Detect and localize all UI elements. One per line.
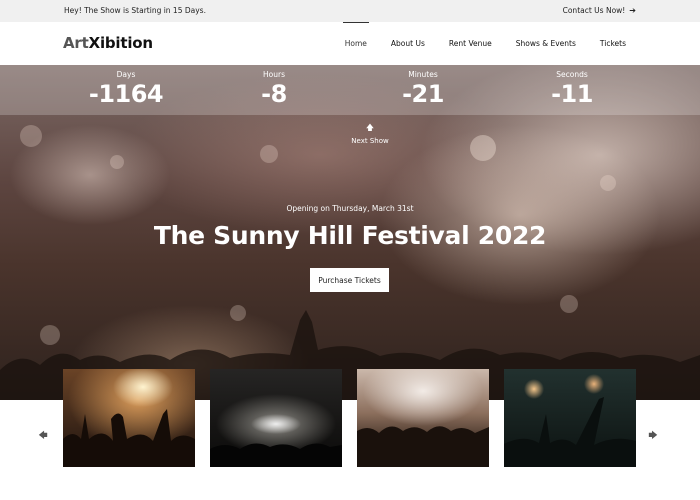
purchase-tickets-button[interactable]: Purchase Tickets xyxy=(310,268,389,292)
crowd-stage-image xyxy=(210,443,342,467)
nav-item-about-us[interactable]: About Us xyxy=(391,22,425,65)
nav-item-shows-events[interactable]: Shows & Events xyxy=(516,22,576,65)
countdown-hours-value: -8 xyxy=(261,80,287,108)
bokeh-light xyxy=(110,155,124,169)
countdown-minutes-value: -21 xyxy=(402,80,444,108)
next-show-label: Next Show xyxy=(351,137,389,145)
countdown-strip: Days -1164 Hours -8 Minutes -21 Seconds … xyxy=(0,65,700,115)
hero-banner: Days -1164 Hours -8 Minutes -21 Seconds … xyxy=(0,65,700,400)
gallery-item-concert-photo-2[interactable] xyxy=(210,369,342,467)
bokeh-light xyxy=(20,125,42,147)
gallery-item-concert-photo-1[interactable] xyxy=(63,369,195,467)
countdown-days-label: Days xyxy=(116,70,136,79)
next-show-link[interactable]: 🡅 Next Show xyxy=(310,122,430,145)
announcement-text: Hey! The Show is Starting in 15 Days. xyxy=(64,6,206,15)
countdown-seconds-label: Seconds xyxy=(556,70,588,79)
crowd-festival-image xyxy=(357,426,489,467)
crowd-hands-image xyxy=(63,409,195,467)
countdown-days-value: -1164 xyxy=(88,80,164,108)
arrow-up-icon: 🡅 xyxy=(365,123,375,132)
contact-us-label: Contact Us Now! xyxy=(562,6,626,15)
nav-item-home[interactable]: Home xyxy=(342,22,370,65)
announcement-bar: Hey! The Show is Starting in 15 Days. Co… xyxy=(0,0,700,22)
opening-date: Opening on Thursday, March 31st xyxy=(286,204,414,213)
gallery-item-concert-photo-4[interactable] xyxy=(504,369,636,467)
countdown-minutes-label: Minutes xyxy=(408,70,438,79)
hero-title: The Sunny Hill Festival 2022 xyxy=(153,221,547,250)
arrow-left-icon[interactable]: 🡄 xyxy=(37,428,49,444)
raised-hands-image xyxy=(504,397,636,467)
countdown-minutes: Minutes -21 xyxy=(363,70,483,108)
nav-item-tickets[interactable]: Tickets xyxy=(600,22,626,65)
bokeh-light xyxy=(260,145,278,163)
nav-item-rent-venue[interactable]: Rent Venue xyxy=(449,22,492,65)
arrow-right-icon[interactable]: 🡆 xyxy=(647,428,659,444)
bokeh-light xyxy=(600,175,616,191)
countdown-seconds-value: -11 xyxy=(551,80,593,108)
countdown-hours: Hours -8 xyxy=(214,70,334,108)
gallery-item-concert-photo-3[interactable] xyxy=(357,369,489,467)
countdown-days: Days -1164 xyxy=(66,70,186,108)
contact-us-link[interactable]: Contact Us Now! ➔ xyxy=(563,6,636,15)
site-header: ArtXibition Home About Us Rent Venue Sho… xyxy=(0,22,700,65)
site-logo[interactable]: ArtXibition xyxy=(63,34,153,52)
main-nav: Home About Us Rent Venue Shows & Events … xyxy=(321,22,626,65)
countdown-seconds: Seconds -11 xyxy=(512,70,632,108)
arrow-right-icon: ➔ xyxy=(629,6,636,15)
logo-art: Art xyxy=(63,34,89,52)
countdown-hours-label: Hours xyxy=(263,70,285,79)
logo-xibition: Xibition xyxy=(88,34,153,52)
bokeh-light xyxy=(470,135,496,161)
